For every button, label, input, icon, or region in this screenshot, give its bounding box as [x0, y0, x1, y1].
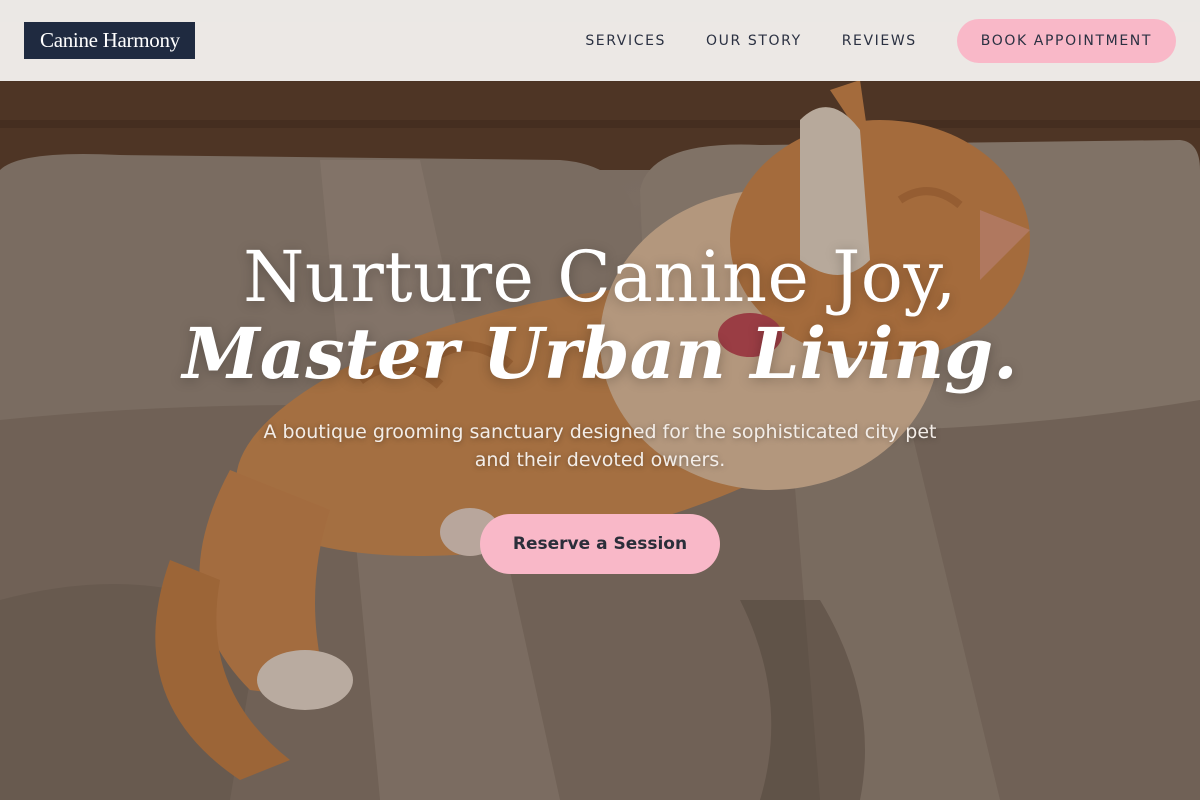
nav-link-our-story[interactable]: OUR STORY	[706, 33, 802, 49]
hero-section: Nurture Canine Joy, Master Urban Living.…	[0, 236, 1200, 574]
nav-link-services[interactable]: SERVICES	[585, 33, 666, 49]
hero-headline: Nurture Canine Joy, Master Urban Living.	[0, 236, 1200, 390]
nav-link-reviews[interactable]: REVIEWS	[842, 33, 917, 49]
hero-headline-line-2: Master Urban Living.	[182, 312, 1018, 395]
site-header: Canine Harmony SERVICES OUR STORY REVIEW…	[0, 0, 1200, 81]
book-appointment-button[interactable]: BOOK APPOINTMENT	[956, 18, 1176, 63]
main-nav: SERVICES OUR STORY REVIEWS BOOK APPOINTM…	[585, 18, 1176, 63]
hero-subheadline: A boutique grooming sanctuary designed f…	[263, 421, 937, 471]
hero-headline-line-1: Nurture Canine Joy,	[243, 236, 957, 318]
brand-logo[interactable]: Canine Harmony	[24, 22, 195, 59]
reserve-session-button[interactable]: Reserve a Session	[480, 514, 720, 574]
